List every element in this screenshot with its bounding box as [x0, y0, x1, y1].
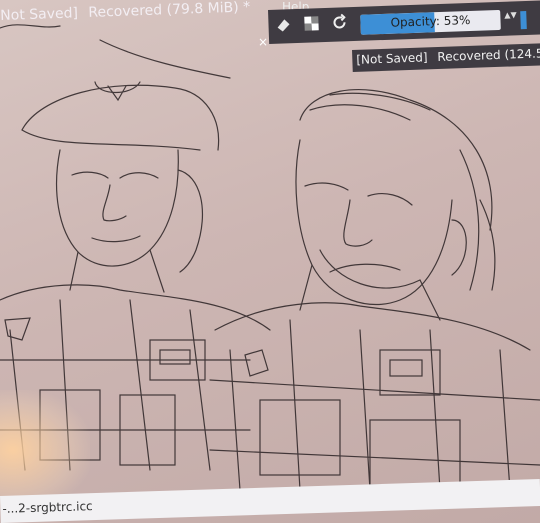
- opacity-spinner[interactable]: ▲▼: [504, 10, 517, 30]
- krita-screen: Not Saved] Recovered (79.8 MiB) * Help ×…: [0, 0, 540, 523]
- checker-icon[interactable]: [302, 14, 321, 33]
- opacity-slider[interactable]: Opacity: 53%: [360, 9, 501, 35]
- not-saved-label-right: [Not Saved]: [356, 50, 428, 67]
- close-tab-icon[interactable]: ×: [258, 35, 268, 49]
- reload-icon[interactable]: [330, 13, 349, 32]
- recovered-label-right: Recovered (124.5 Mi: [437, 46, 540, 65]
- right-vest: [214, 302, 531, 351]
- left-face: [55, 149, 179, 267]
- right-hair: [299, 89, 493, 231]
- not-saved-label: Not Saved]: [0, 5, 79, 24]
- screen-glare: [0, 390, 90, 510]
- color-profile-label: -...2-srgbtrc.icc: [2, 499, 93, 516]
- toolbar-handle[interactable]: [520, 10, 527, 30]
- right-face: [295, 139, 453, 306]
- recovered-label: Recovered (79.8 MiB) *: [88, 0, 251, 21]
- eraser-icon[interactable]: [274, 15, 293, 34]
- opacity-label: Opacity:: [390, 14, 441, 30]
- opacity-value: 53%: [443, 12, 471, 28]
